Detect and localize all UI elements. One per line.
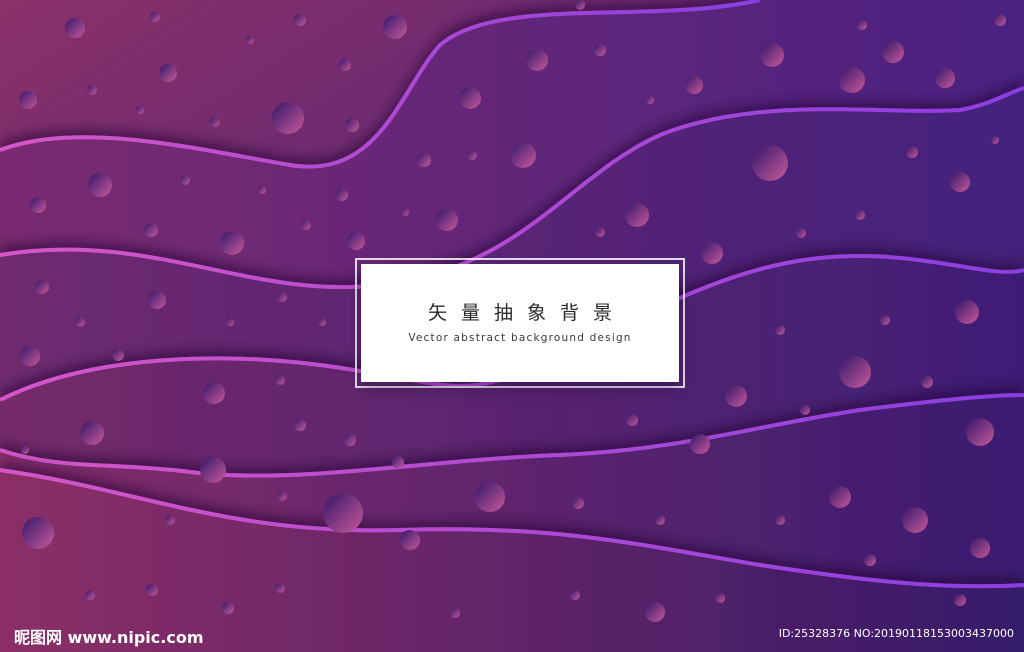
site-watermark: 昵图网 www.nipic.com (14, 628, 204, 647)
card-subtitle: Vector abstract background design (408, 332, 632, 344)
image-id-watermark: ID:25328376 NO:20190118153003437000 (778, 627, 1014, 640)
title-card: 矢量抽象背景 Vector abstract background design (361, 264, 679, 382)
card-title: 矢量抽象背景 (427, 302, 626, 324)
